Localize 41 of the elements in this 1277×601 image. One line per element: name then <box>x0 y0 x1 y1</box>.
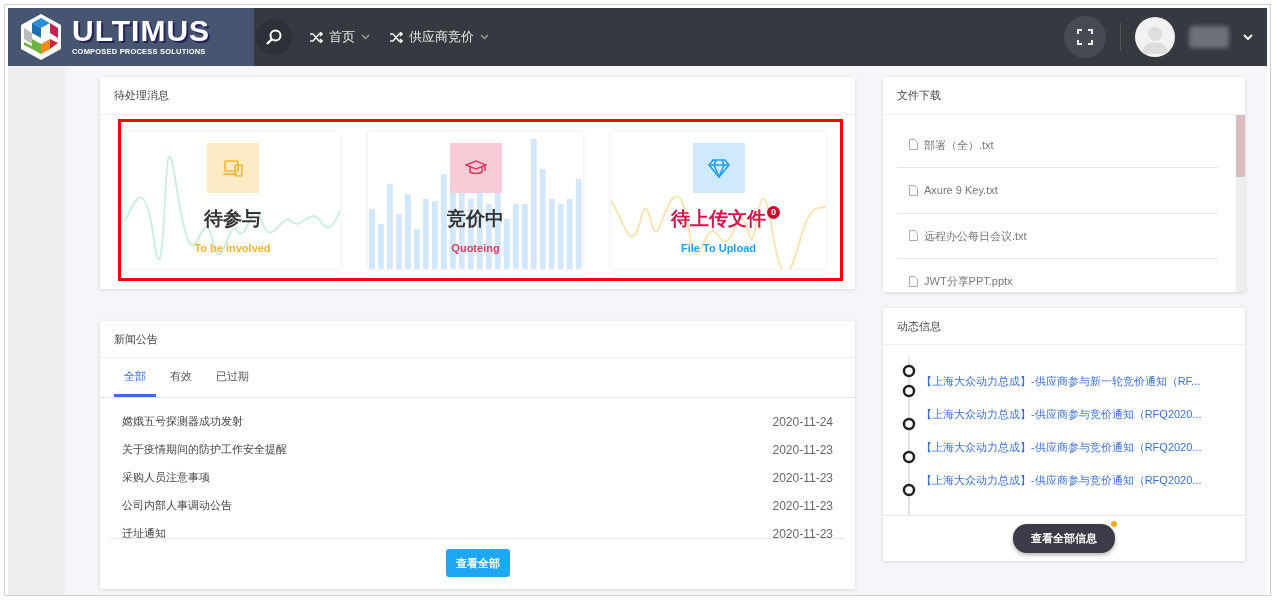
file-item[interactable]: 部署（全）.txt <box>897 122 1218 168</box>
tile-title: 待参与 <box>204 207 261 231</box>
file-name[interactable]: Axure 9 Key.txt <box>924 182 998 199</box>
news-date: 2020-11-23 <box>772 441 833 459</box>
nav-menu[interactable]: 首页 <box>300 27 380 47</box>
view-all-button[interactable]: 查看全部 <box>445 548 510 577</box>
file-item[interactable]: JWT分享PPT.pptx <box>897 259 1218 292</box>
news-date: 2020-11-23 <box>772 497 833 515</box>
file-name[interactable]: JWT分享PPT.pptx <box>924 273 1013 290</box>
count-badge: 0 <box>767 205 780 219</box>
panel-title: 待处理消息 <box>100 77 855 115</box>
tile-title: 竞价中 <box>447 207 504 231</box>
file-name[interactable]: 部署（全）.txt <box>924 136 994 153</box>
tile-subtitle: File To Upload <box>681 241 756 257</box>
activity-link[interactable]: 【上海大众动力总成】-供应商参与竞价通知（RFQ2020... <box>921 406 1202 423</box>
news-tab[interactable]: 有效 <box>160 358 202 397</box>
file-item[interactable]: Axure 9 Key.txt <box>897 168 1218 214</box>
logo-wordmark: ULTIMUS <box>72 16 211 47</box>
panel-title: 动态信息 <box>883 307 1245 345</box>
news-date: 2020-11-23 <box>772 525 833 538</box>
status-tile[interactable]: 待上传文件 0 File To Upload <box>611 131 826 269</box>
nav-menu[interactable]: 供应商竞价 <box>380 27 499 47</box>
news-date: 2020-11-23 <box>772 469 833 487</box>
status-tile[interactable]: 竞价中 Quoteing <box>368 131 583 269</box>
news-title[interactable]: 采购人员注意事项 <box>122 469 210 486</box>
status-tile[interactable]: 待参与 To be involved <box>125 131 340 269</box>
panel-title: 文件下载 <box>883 77 1245 115</box>
news-title[interactable]: 公司内部人事调动公告 <box>122 497 232 514</box>
news-title[interactable]: 关于疫情期间的防护工作安全提醒 <box>122 441 287 458</box>
file-item[interactable]: 远程办公每日会议.txt <box>897 213 1218 259</box>
news-date: 2020-11-24 <box>772 413 833 431</box>
panel-title: 新闻公告 <box>100 320 855 358</box>
news-tab[interactable]: 全部 <box>114 358 156 397</box>
activity-link[interactable]: 【上海大众动力总成】-供应商参与竞价通知（RFQ2020... <box>921 439 1202 456</box>
tile-subtitle: To be involved <box>194 241 271 257</box>
news-tab[interactable]: 已过期 <box>206 358 259 397</box>
activity-link[interactable]: 【上海大众动力总成】-供应商参与竞价通知（RFQ2020... <box>921 472 1202 489</box>
activity-link[interactable]: 【上海大众动力总成】-供应商参与新一轮竞价通知（RF... <box>921 373 1201 390</box>
file-name[interactable]: 远程办公每日会议.txt <box>924 227 1027 244</box>
news-title[interactable]: 嫦娥五号探测器成功发射 <box>122 413 243 430</box>
tile-subtitle: Quoteing <box>451 241 500 257</box>
